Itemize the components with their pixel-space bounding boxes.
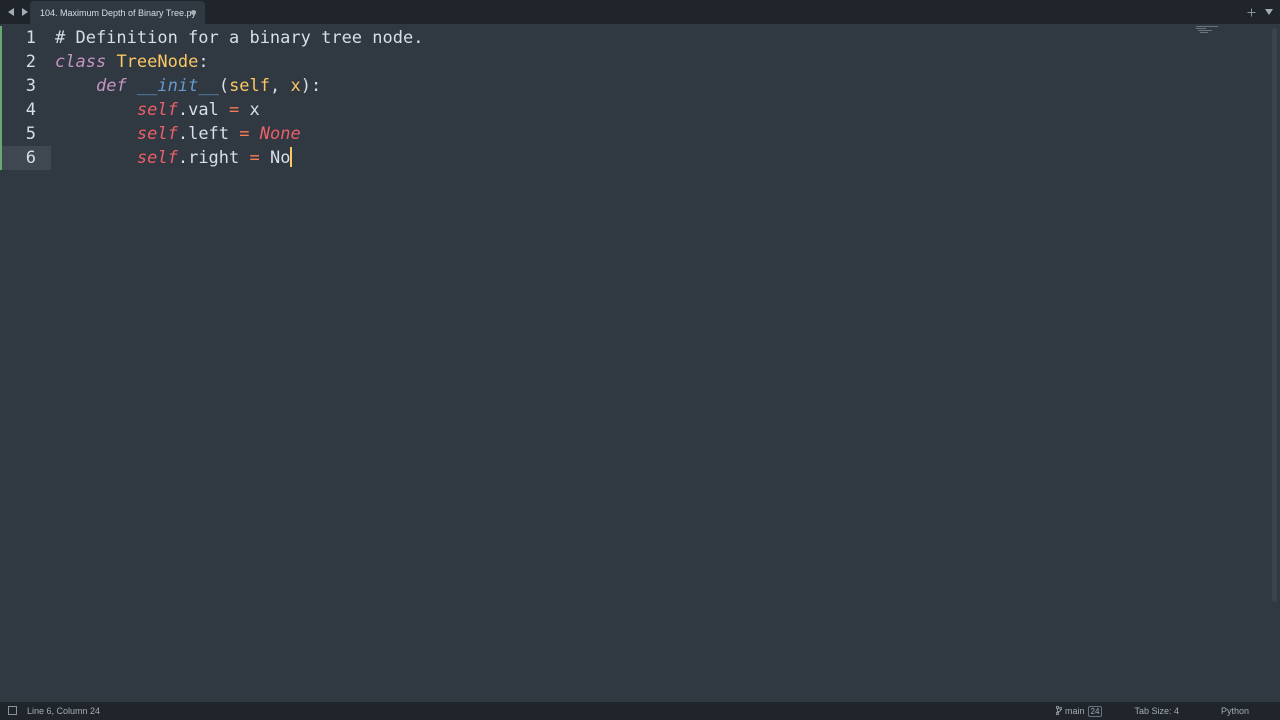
code-token: = — [239, 124, 250, 144]
code-token: # Definition for a binary tree node. — [55, 28, 424, 48]
chevron-right-icon[interactable] — [19, 7, 29, 17]
text-cursor — [290, 147, 293, 167]
code-token: ): — [300, 76, 322, 96]
editor-area[interactable]: 123456 # Definition for a binary tree no… — [0, 24, 1280, 702]
code-line[interactable]: class TreeNode: — [55, 50, 209, 74]
code-token: .val — [177, 100, 230, 120]
minimap-line — [1200, 32, 1208, 33]
line-number[interactable]: 6 — [0, 146, 36, 170]
tab-navigation — [6, 0, 29, 24]
code-token: self — [136, 148, 178, 168]
code-line[interactable]: def __init__(self, x): — [55, 74, 321, 98]
branch-changes-badge: 24 — [1087, 705, 1103, 717]
status-bar-right: main 24 Tab Size: 4 Python — [1055, 702, 1280, 720]
unsaved-dot-icon[interactable] — [191, 10, 196, 15]
code-token: None — [259, 124, 301, 144]
line-number[interactable]: 1 — [0, 26, 36, 50]
code-view[interactable]: # Definition for a binary tree node. clas… — [55, 24, 1245, 702]
code-token: ( — [218, 76, 230, 96]
line-number-gutter: 123456 — [0, 24, 51, 702]
code-line[interactable]: # Definition for a binary tree node. — [55, 26, 423, 50]
git-branch-icon — [1055, 705, 1063, 717]
code-token: __init__ — [136, 76, 219, 96]
chevron-left-icon[interactable] — [6, 7, 16, 17]
code-line[interactable]: self.val = x — [55, 98, 260, 122]
code-token: : — [198, 52, 209, 72]
code-token: self — [229, 76, 271, 96]
tab-bar: 104. Maximum Depth of Binary Tree.py — [0, 0, 1280, 24]
cursor-position[interactable]: Line 6, Column 24 — [27, 702, 100, 720]
git-branch-status[interactable]: main 24 — [1055, 705, 1103, 717]
panel-toggle-icon[interactable] — [8, 706, 17, 715]
code-token: , — [270, 76, 291, 96]
branch-name: main — [1065, 706, 1085, 716]
tab-size-selector[interactable]: Tab Size: 4 — [1134, 706, 1179, 716]
code-token: No — [259, 148, 291, 168]
code-token: def — [95, 76, 127, 96]
code-token: class — [55, 52, 107, 72]
code-token: = — [229, 100, 240, 120]
plus-icon[interactable] — [1246, 7, 1256, 17]
code-token: = — [249, 148, 260, 168]
line-number[interactable]: 3 — [0, 74, 36, 98]
code-line[interactable]: self.left = None — [55, 122, 301, 146]
line-number[interactable]: 2 — [0, 50, 36, 74]
minimap[interactable] — [1196, 26, 1222, 34]
tab-title: 104. Maximum Depth of Binary Tree.py — [40, 7, 197, 18]
chevron-down-icon[interactable] — [1264, 7, 1274, 17]
code-token: self — [136, 124, 178, 144]
sublime-window: 104. Maximum Depth of Binary Tree.py 123… — [0, 0, 1280, 720]
minimap-line — [1196, 26, 1218, 27]
minimap-line — [1198, 30, 1212, 31]
status-bar: Line 6, Column 24 main 24 Tab Size: 4 Py… — [0, 702, 1280, 720]
code-line[interactable]: self.right = No — [55, 146, 293, 170]
code-token: x — [290, 76, 301, 96]
code-token: .left — [177, 124, 240, 144]
syntax-selector[interactable]: Python — [1221, 706, 1249, 716]
code-token: self — [136, 100, 178, 120]
code-token: x — [239, 100, 260, 120]
minimap-line — [1196, 28, 1206, 29]
vertical-scrollbar[interactable] — [1272, 28, 1277, 602]
line-number[interactable]: 4 — [0, 98, 36, 122]
tab-active-file[interactable]: 104. Maximum Depth of Binary Tree.py — [30, 1, 205, 24]
line-number[interactable]: 5 — [0, 122, 36, 146]
code-token: .right — [177, 148, 250, 168]
code-token: TreeNode — [116, 52, 199, 72]
tab-bar-actions — [1246, 0, 1274, 24]
